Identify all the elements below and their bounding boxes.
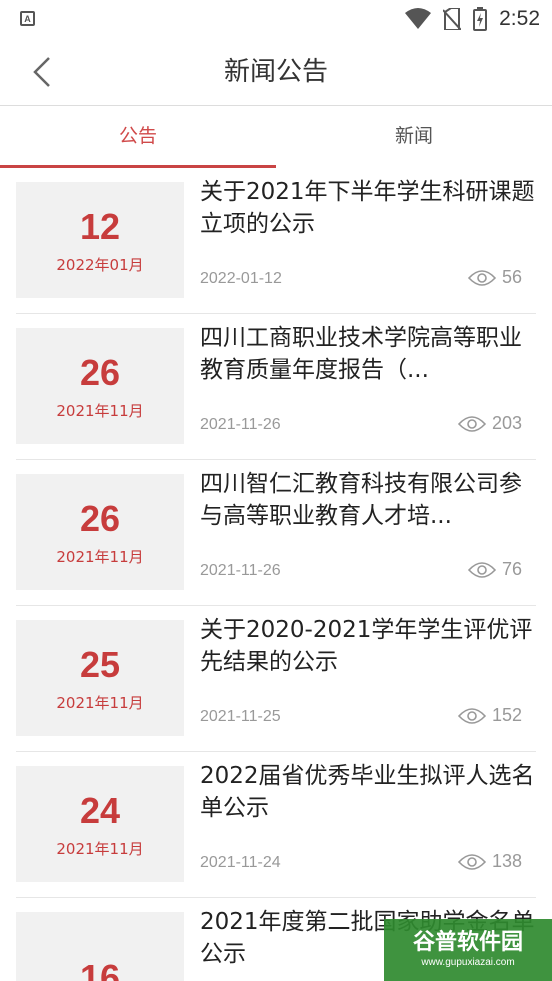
list-item[interactable]: 12 2022年01月 关于2021年下半年学生科研课题立项的公示 2022-0… [0,168,552,314]
item-title: 关于2021年下半年学生科研课题立项的公示 [200,179,535,237]
eye-icon [457,707,486,724]
view-count-value: 56 [501,267,522,287]
wifi-icon [405,8,432,29]
view-count-value: 138 [491,851,522,871]
date-day: 26 [79,351,121,393]
date-year-month: 2021年11月 [56,839,144,858]
watermark-url: www.gupuxiazai.com [421,957,515,968]
watermark-name: 谷普软件园 [412,930,523,955]
status-icons: 2:52 [405,6,540,32]
tab-bar: 公告 新闻 [0,106,552,168]
view-count: 152 [457,705,522,726]
view-count-value: 76 [501,559,522,579]
notification-icon: A [20,11,35,26]
list-item[interactable]: 26 2021年11月 四川智仁汇教育科技有限公司参与高等职业教育人才培... … [0,460,552,606]
date-day: 12 [79,205,121,247]
no-sim-icon [443,8,462,30]
battery-charging-icon [473,7,488,31]
date-year-month: 2021年11月 [56,693,144,712]
nav-bar: 新闻公告 [0,38,552,106]
item-title: 四川工商职业技术学院高等职业教育质量年度报告（... [200,325,522,383]
view-count: 138 [457,851,522,872]
eye-icon [457,853,486,870]
item-title: 关于2020-2021学年学生评优评先结果的公示 [200,617,533,675]
status-bar: A 2:52 [0,0,552,38]
date-day: 24 [79,789,121,831]
date-badge: 24 2021年11月 [16,766,184,882]
view-count: 76 [467,559,522,580]
date-day: 25 [79,643,121,685]
item-date: 2022-01-12 [200,270,282,287]
item-date: 2021-11-25 [200,708,281,725]
list-item[interactable]: 24 2021年11月 2022届省优秀毕业生拟评人选名单公示 2021-11-… [0,752,552,898]
view-count: 56 [467,267,522,288]
watermark: 谷普软件园 www.gupuxiazai.com [384,919,552,981]
list-item[interactable]: 25 2021年11月 关于2020-2021学年学生评优评先结果的公示 202… [0,606,552,752]
view-count-value: 203 [491,413,522,433]
status-time: 2:52 [499,7,540,30]
date-day: 16 [79,957,121,981]
date-year-month: 2021年11月 [56,401,144,420]
item-title: 2022届省优秀毕业生拟评人选名单公示 [200,763,535,821]
view-count-value: 152 [491,705,522,725]
eye-icon [467,561,496,578]
date-badge: 16 [16,912,184,981]
eye-icon [467,269,496,286]
item-title: 四川智仁汇教育科技有限公司参与高等职业教育人才培... [200,471,522,529]
date-badge: 26 2021年11月 [16,474,184,590]
eye-icon [457,415,486,432]
date-badge: 12 2022年01月 [16,182,184,298]
item-date: 2021-11-26 [200,562,281,579]
item-date: 2021-11-26 [200,416,281,433]
page-title: 新闻公告 [223,57,328,87]
date-badge: 26 2021年11月 [16,328,184,444]
list-item[interactable]: 26 2021年11月 四川工商职业技术学院高等职业教育质量年度报告（... 2… [0,314,552,460]
date-year-month: 2022年01月 [56,255,144,274]
date-year-month: 2021年11月 [56,547,144,566]
date-day: 26 [79,497,121,539]
tab-news[interactable]: 新闻 [276,106,552,168]
tab-announcements[interactable]: 公告 [0,106,276,168]
view-count: 203 [457,413,522,434]
item-date: 2021-11-24 [200,854,281,871]
date-badge: 25 2021年11月 [16,620,184,736]
